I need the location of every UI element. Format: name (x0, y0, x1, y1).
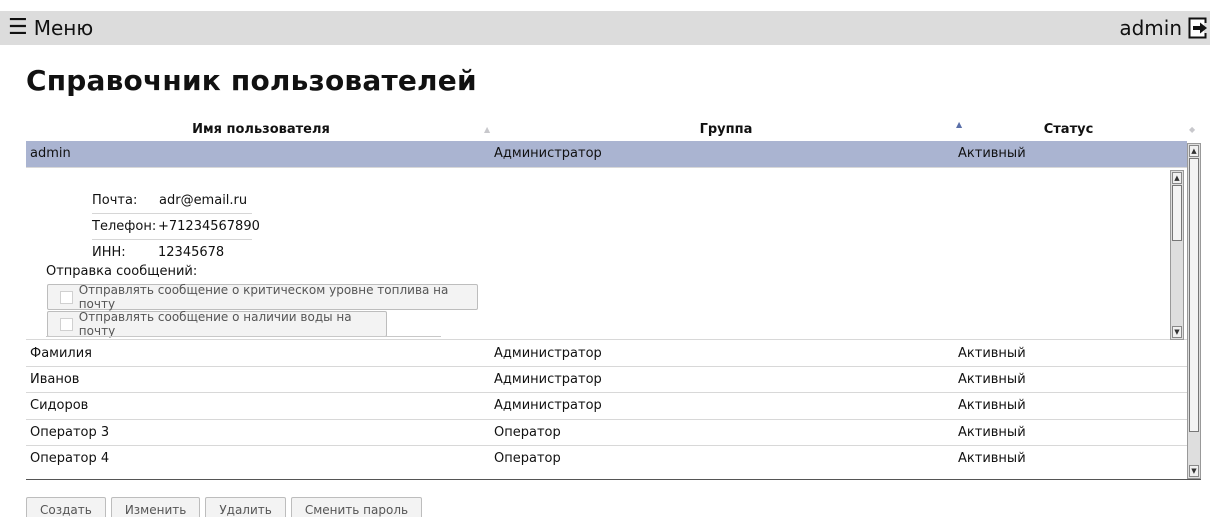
user-area: admin (1119, 15, 1210, 41)
table-header: Имя пользователя ▲ Группа ▲ Статус ◆ (26, 118, 1201, 141)
inn-value: 12345678 (158, 245, 225, 260)
sort-icon[interactable]: ◆ (1189, 118, 1195, 141)
fuel-alert-checkbox[interactable]: Отправлять сообщение о критическом уровн… (47, 283, 478, 311)
scroll-down-icon[interactable]: ▼ (1172, 326, 1182, 338)
page-title: Справочник пользователей (26, 64, 477, 97)
cell-status: Активный (958, 398, 1026, 413)
cell-username: Иванов (30, 372, 80, 387)
divider (46, 336, 441, 337)
phone-row: Телефон: +71234567890 (92, 214, 260, 240)
cell-status: Активный (958, 372, 1026, 387)
cell-group: Администратор (494, 146, 602, 161)
checkbox-icon (60, 317, 73, 331)
fuel-alert-label: Отправлять сообщение о критическом уровн… (78, 283, 449, 311)
table-row[interactable]: Сидоров Администратор Активный (26, 393, 1187, 420)
column-header-username[interactable]: Имя пользователя (26, 118, 496, 141)
table-row[interactable]: admin Администратор Активный (26, 141, 1187, 168)
scroll-up-icon[interactable]: ▲ (1189, 145, 1199, 157)
inn-label: ИНН: (92, 245, 126, 260)
cell-group: Администратор (494, 372, 602, 387)
create-button[interactable]: Создать (26, 497, 106, 517)
menu-label: Меню (33, 16, 94, 40)
scroll-up-icon[interactable]: ▲ (1172, 172, 1182, 184)
water-alert-checkbox[interactable]: Отправлять сообщение о наличии воды на п… (47, 310, 387, 338)
change-password-button[interactable]: Сменить пароль (290, 497, 423, 517)
username: admin (1119, 16, 1182, 40)
cell-status: Активный (958, 451, 1026, 466)
table-row[interactable]: Фамилия Администратор Активный (26, 341, 1187, 367)
top-bar: ☰ Меню admin (0, 11, 1210, 45)
scroll-thumb[interactable] (1189, 158, 1199, 432)
cell-status: Активный (958, 425, 1026, 440)
cell-group: Оператор (494, 425, 561, 440)
water-alert-label: Отправлять сообщение о наличии воды на п… (78, 310, 352, 338)
menu-button[interactable]: ☰ Меню (8, 15, 93, 41)
inn-row: ИНН: 12345678 (92, 240, 252, 266)
column-header-status[interactable]: Статус (956, 118, 1181, 141)
hamburger-icon: ☰ (8, 15, 28, 40)
cell-username: admin (30, 146, 71, 161)
edit-button[interactable]: Изменить (110, 497, 201, 517)
checkbox-icon (60, 290, 73, 304)
email-row: Почта: adr@email.ru (92, 188, 252, 214)
cell-username: Оператор 3 (30, 425, 110, 440)
column-header-group[interactable]: Группа (496, 118, 956, 141)
cell-username: Фамилия (30, 346, 92, 361)
email-value: adr@email.ru (159, 193, 248, 208)
row-detail-panel: Почта: adr@email.ru Телефон: +7123456789… (26, 168, 1187, 340)
scroll-down-icon[interactable]: ▼ (1189, 465, 1199, 477)
cell-group: Администратор (494, 398, 602, 413)
cell-status: Активный (958, 346, 1026, 361)
scroll-thumb[interactable] (1172, 185, 1182, 241)
phone-label: Телефон: (92, 219, 157, 234)
messages-label: Отправка сообщений: (46, 264, 198, 279)
action-toolbar: Создать Изменить Удалить Сменить пароль (26, 497, 423, 517)
sort-icon[interactable]: ▲ (484, 118, 490, 141)
cell-username: Сидоров (30, 398, 89, 413)
cell-username: Оператор 4 (30, 451, 110, 466)
table-row[interactable]: Оператор 4 Оператор Активный (26, 446, 1187, 473)
phone-value: +71234567890 (158, 219, 260, 234)
users-table: Имя пользователя ▲ Группа ▲ Статус ◆ adm… (26, 118, 1201, 480)
delete-button[interactable]: Удалить (205, 497, 286, 517)
email-label: Почта: (92, 193, 138, 208)
table-row[interactable]: Оператор 3 Оператор Активный (26, 420, 1187, 446)
cell-status: Активный (958, 146, 1026, 161)
cell-group: Оператор (494, 451, 561, 466)
table-body: admin Администратор Активный Почта: adr@… (26, 141, 1201, 480)
cell-group: Администратор (494, 346, 602, 361)
table-scrollbar[interactable]: ▲ ▼ (1187, 143, 1201, 479)
detail-scrollbar[interactable]: ▲ ▼ (1170, 170, 1184, 340)
table-row[interactable]: Иванов Администратор Активный (26, 367, 1187, 393)
logout-icon[interactable] (1188, 17, 1210, 39)
